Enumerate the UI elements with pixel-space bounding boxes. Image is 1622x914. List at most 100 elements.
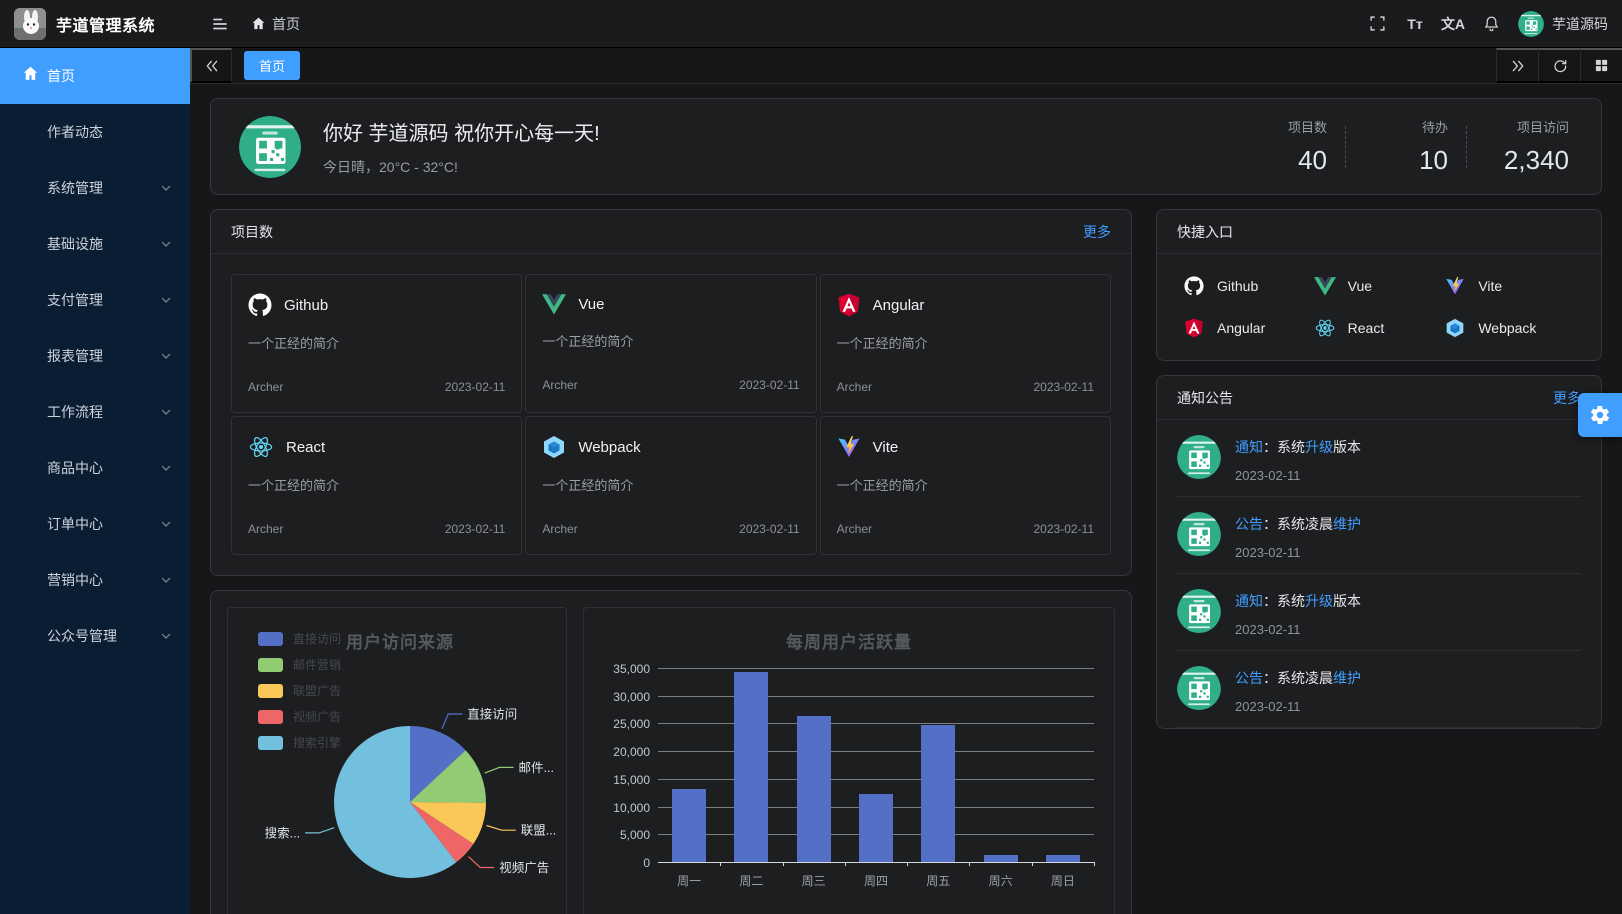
bar-周六[interactable]	[984, 855, 1018, 862]
chevron-down-icon	[160, 406, 172, 418]
refresh-icon[interactable]	[1538, 48, 1580, 83]
notice-body: 公告：系统凌晨维护2023-02-11	[1235, 666, 1361, 714]
x-axis-tick	[969, 862, 970, 866]
bar-周四[interactable]	[859, 794, 893, 862]
angular-icon	[1183, 318, 1205, 338]
sidebar-item-label: 工作流程	[47, 402, 103, 422]
sidebar-item-8[interactable]: 订单中心	[0, 496, 190, 552]
user-menu[interactable]: 芋道源码	[1518, 11, 1608, 37]
project-date: 2023-02-11	[445, 522, 506, 536]
shortcut-label: Github	[1217, 278, 1258, 294]
shortcut-react[interactable]: React	[1314, 318, 1445, 338]
sidebar-item-2[interactable]: 系统管理	[0, 160, 190, 216]
notice-more-link[interactable]: 更多	[1553, 388, 1581, 408]
tab-home[interactable]: 首页	[244, 51, 300, 80]
sidebar-item-label: 订单中心	[47, 514, 103, 534]
bar-周三[interactable]	[797, 716, 831, 862]
notice-card-title: 通知公告	[1177, 388, 1233, 408]
bar-周二[interactable]	[734, 672, 768, 862]
x-axis-tick-label: 周二	[723, 872, 779, 889]
notice-item[interactable]: 通知：系统升级版本 2023-02-11	[1177, 574, 1581, 651]
pie-label-2: 联盟...	[521, 824, 556, 838]
notice-item[interactable]: 公告：系统凌晨维护2023-02-11	[1177, 497, 1581, 574]
sidebar-item-5[interactable]: 报表管理	[0, 328, 190, 384]
breadcrumb[interactable]: 首页	[251, 14, 300, 34]
collapse-sidebar-icon[interactable]	[203, 7, 237, 41]
shortcut-vue[interactable]: Vue	[1314, 276, 1445, 296]
notice-list: 通知：系统升级版本2023-02-11 公告：系统凌晨维护2023-02-11 …	[1157, 420, 1601, 728]
notice-date: 2023-02-11	[1235, 622, 1361, 637]
x-axis-tick	[1094, 862, 1095, 866]
breadcrumb-home-label: 首页	[272, 14, 300, 34]
shortcut-webpack[interactable]: Webpack	[1444, 318, 1575, 338]
sidebar-item-label: 报表管理	[47, 346, 103, 366]
sidebar-item-1[interactable]: 作者动态	[0, 104, 190, 160]
bell-icon[interactable]	[1474, 7, 1508, 41]
notice-avatar	[1177, 435, 1221, 483]
x-axis-tick	[1032, 862, 1033, 866]
project-footer: Archer2023-02-11	[837, 380, 1094, 394]
gridline	[658, 751, 1094, 752]
notice-item[interactable]: 公告：系统凌晨维护2023-02-11	[1177, 651, 1581, 728]
project-description: 一个正经的简介	[542, 331, 799, 350]
fullscreen-icon[interactable]	[1360, 7, 1394, 41]
tabs-scroll-left-icon[interactable]	[190, 48, 232, 83]
bar-周一[interactable]	[672, 789, 706, 862]
project-title: Github	[248, 293, 505, 317]
notice-body: 公告：系统凌晨维护2023-02-11	[1235, 512, 1361, 560]
project-title: Vue	[542, 293, 799, 315]
project-footer: Archer2023-02-11	[542, 378, 799, 392]
divider	[1345, 126, 1346, 168]
notice-item[interactable]: 通知：系统升级版本2023-02-11	[1177, 420, 1581, 497]
chevron-down-icon	[160, 238, 172, 250]
font-size-icon[interactable]: Tт	[1398, 7, 1432, 41]
bar-周日[interactable]	[1046, 855, 1080, 862]
x-axis-tick	[783, 862, 784, 866]
settings-gear-button[interactable]	[1578, 393, 1622, 437]
project-card-github[interactable]: Github一个正经的简介Archer2023-02-11	[231, 274, 522, 413]
project-card-webpack[interactable]: Webpack一个正经的简介Archer2023-02-11	[525, 416, 816, 555]
shortcut-github[interactable]: Github	[1183, 276, 1314, 296]
tabs-scroll-right-icon[interactable]	[1496, 48, 1538, 83]
chevron-down-icon	[160, 350, 172, 362]
sidebar-item-6[interactable]: 工作流程	[0, 384, 190, 440]
notice-title: 公告：系统凌晨维护	[1235, 514, 1361, 534]
project-title: Angular	[837, 293, 1094, 317]
notice-avatar	[1177, 512, 1221, 560]
sidebar-item-10[interactable]: 公众号管理	[0, 608, 190, 664]
bar-chart: 每周用户活跃量 05,00010,00015,00020,00025,00030…	[583, 607, 1115, 914]
shortcut-angular[interactable]: Angular	[1183, 318, 1314, 338]
project-footer: Archer2023-02-11	[542, 522, 799, 536]
project-card-vite[interactable]: Vite一个正经的简介Archer2023-02-11	[820, 416, 1111, 555]
projects-card-title: 项目数	[231, 222, 273, 242]
project-description: 一个正经的简介	[837, 475, 1094, 494]
sidebar-item-home[interactable]: 首页	[0, 48, 190, 104]
shortcut-label: Vue	[1348, 278, 1372, 294]
x-axis-tick-label: 周日	[1035, 872, 1091, 889]
gridline	[658, 696, 1094, 697]
projects-more-link[interactable]: 更多	[1083, 222, 1111, 242]
project-card-react[interactable]: React一个正经的简介Archer2023-02-11	[231, 416, 522, 555]
project-description: 一个正经的简介	[248, 333, 505, 352]
divider	[1466, 126, 1467, 168]
sidebar-item-9[interactable]: 营销中心	[0, 552, 190, 608]
shortcut-vite[interactable]: Vite	[1444, 276, 1575, 296]
bar-周五[interactable]	[921, 725, 955, 862]
layout-grid-icon[interactable]	[1580, 48, 1622, 83]
app-logo	[14, 8, 46, 40]
github-icon	[1183, 276, 1205, 296]
project-name: Webpack	[578, 439, 640, 456]
vite-icon	[837, 435, 861, 459]
notice-title: 通知：系统升级版本	[1235, 591, 1361, 611]
user-avatar	[1518, 11, 1544, 37]
y-axis-tick-label: 20,000	[596, 745, 650, 759]
sidebar-item-3[interactable]: 基础设施	[0, 216, 190, 272]
project-card-angular[interactable]: Angular一个正经的简介Archer2023-02-11	[820, 274, 1111, 413]
sidebar-item-7[interactable]: 商品中心	[0, 440, 190, 496]
shortcuts-card: 快捷入口 Github Vue Vite AngularReactWebpack	[1156, 209, 1602, 361]
translate-icon[interactable]: 文A	[1436, 7, 1470, 41]
project-card-vue[interactable]: Vue 一个正经的简介 Archer2023-02-11	[525, 274, 816, 413]
project-title: React	[248, 435, 505, 459]
shortcuts-card-title: 快捷入口	[1177, 222, 1233, 242]
sidebar-item-4[interactable]: 支付管理	[0, 272, 190, 328]
